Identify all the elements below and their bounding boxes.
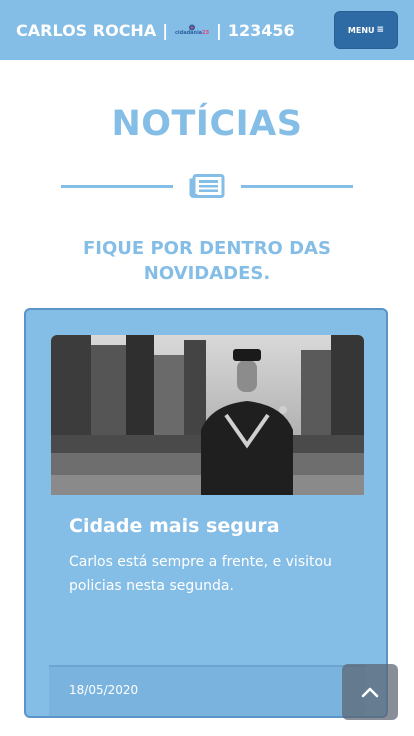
- chevron-up-icon: [361, 687, 379, 698]
- candidate-number: 123456: [227, 20, 295, 40]
- title-divider-left: [61, 185, 173, 188]
- news-card[interactable]: Cidade mais segura Carlos está sempre a …: [24, 308, 388, 718]
- newspaper-icon: [189, 174, 225, 198]
- menu-button[interactable]: MENU ≡: [334, 11, 398, 49]
- party-logo: cidadania23: [174, 24, 210, 36]
- page-subtitle: FIQUE POR DENTRO DAS NOVIDADES.: [83, 238, 331, 284]
- navbar: CARLOS ROCHA | cidadania23 | 123456 MENU…: [0, 0, 414, 60]
- news-card-title[interactable]: Cidade mais segura: [69, 515, 369, 537]
- brand-separator: |: [216, 20, 222, 40]
- police-officer-photo: [51, 335, 364, 495]
- news-card-text: Carlos está sempre a frente, e visitou p…: [69, 554, 332, 594]
- news-card-footer: 18/05/2020: [49, 665, 365, 716]
- news-card-date: 18/05/2020: [69, 683, 139, 697]
- party-logo-text: cidadania23: [175, 31, 209, 36]
- party-logo-text-accent: 23: [202, 30, 210, 36]
- menu-label: MENU: [347, 25, 375, 35]
- brand-separator: |: [162, 20, 169, 40]
- title-divider-right: [241, 185, 353, 188]
- candidate-name: CARLOS ROCHA: [16, 20, 157, 40]
- party-logo-text-primary: cidadania: [174, 30, 203, 36]
- back-to-top-button[interactable]: [342, 664, 398, 720]
- site-brand[interactable]: CARLOS ROCHA | cidadania23 | 123456: [16, 18, 295, 42]
- hamburger-icon: ≡: [376, 25, 385, 35]
- page-title: NOTÍCIAS: [111, 104, 303, 144]
- news-card-image[interactable]: [51, 335, 364, 495]
